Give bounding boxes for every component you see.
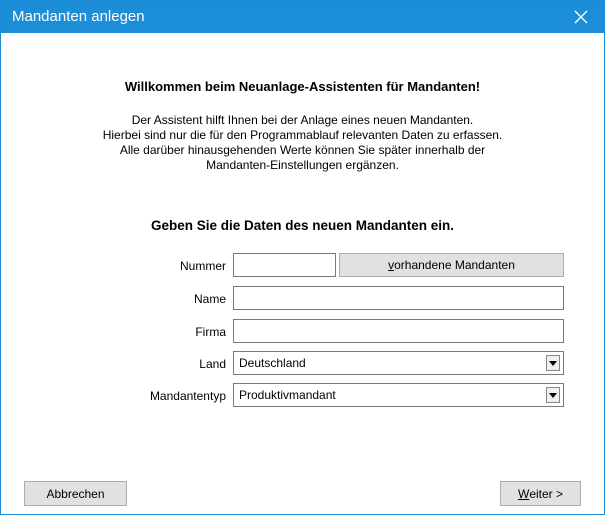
nummer-input[interactable] (233, 253, 336, 277)
close-icon (574, 10, 588, 24)
close-button[interactable] (558, 1, 604, 33)
existing-clients-label: orhandene Mandanten (394, 258, 515, 272)
mandantentyp-dropdown-button[interactable] (546, 387, 560, 403)
title-bar: Mandanten anlegen (1, 1, 604, 33)
firma-label: Firma (195, 325, 226, 339)
land-label: Land (199, 357, 226, 371)
mandantentyp-select[interactable]: Produktivmandant (233, 383, 564, 407)
next-label: eiter > (529, 486, 563, 501)
next-mnemonic: W (517, 486, 530, 501)
welcome-line: Der Assistent hilft Ihnen bei der Anlage… (131, 113, 474, 127)
land-select[interactable]: Deutschland (233, 351, 564, 375)
welcome-heading: Willkommen beim Neuanlage-Assistenten fü… (124, 79, 481, 94)
next-button[interactable]: Weiter > (500, 481, 581, 506)
chevron-down-icon (549, 360, 557, 366)
name-input[interactable] (233, 286, 564, 310)
welcome-line: Mandanten-Einstellungen ergänzen. (206, 158, 399, 172)
welcome-text: Der Assistent hilft Ihnen bei der Anlage… (0, 113, 605, 173)
name-label: Name (193, 292, 226, 306)
welcome-line: Hierbei sind nur die für den Programmabl… (102, 128, 503, 142)
chevron-down-icon (549, 392, 557, 398)
nummer-label: Nummer (179, 259, 226, 273)
mandantentyp-value: Produktivmandant (239, 388, 336, 402)
firma-input[interactable] (233, 319, 564, 343)
mandantentyp-label: Mandantentyp (149, 389, 226, 403)
cancel-button[interactable]: Abbrechen (24, 481, 127, 506)
land-dropdown-button[interactable] (546, 355, 560, 371)
existing-clients-button[interactable]: v orhandene Mandanten (339, 253, 564, 277)
form-heading: Geben Sie die Daten des neuen Mandanten … (150, 218, 455, 233)
window-title: Mandanten anlegen (12, 8, 145, 25)
welcome-line: Alle darüber hinausgehenden Werte können… (119, 143, 486, 157)
land-value: Deutschland (239, 356, 306, 370)
